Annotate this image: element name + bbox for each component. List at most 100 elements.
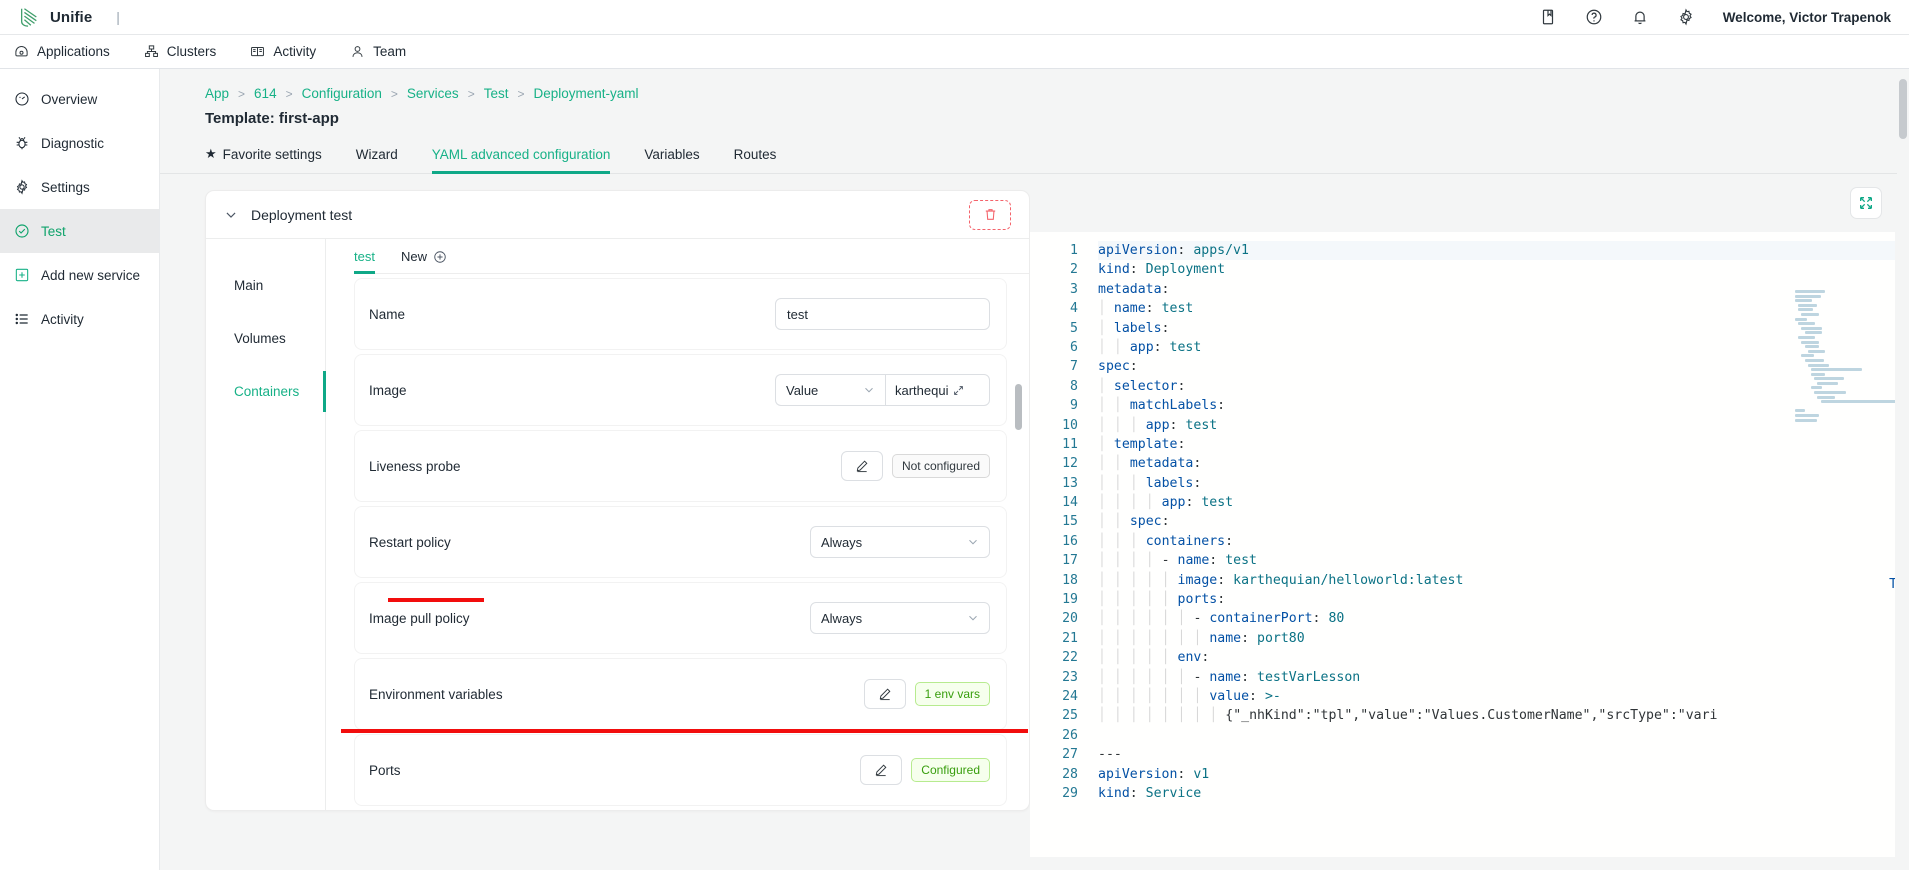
field-control: Value karthequi (775, 374, 990, 406)
tab-variables[interactable]: Variables (644, 147, 699, 174)
yaml-editor[interactable]: 1 2 3 4 5 6 7 8 9 10 11 12 13 14 15 16 17 18 19 20 21 22 23 24 2… (1030, 232, 1909, 857)
editor-line[interactable]: │ │ matchLabels: (1098, 396, 1909, 415)
tab-yaml-advanced-configuration[interactable]: YAML advanced configuration (431, 147, 611, 174)
editor-line[interactable]: kind: Deployment (1098, 260, 1909, 279)
editor-line[interactable] (1098, 726, 1909, 745)
image-source-value: Value (786, 382, 819, 398)
tab-wizard[interactable]: Wizard (356, 147, 398, 174)
edit-environment-variables-button[interactable] (863, 679, 906, 709)
editor-line[interactable]: │ │ metadata: (1098, 454, 1909, 473)
container-tab-new[interactable]: New (401, 249, 447, 274)
breadcrumb-item-test[interactable]: Test (484, 86, 509, 101)
form-pane-scrollbar-thumb[interactable] (1015, 384, 1022, 430)
image-value-field[interactable]: karthequi (885, 374, 990, 406)
editor-line-number: 19 (1062, 592, 1078, 608)
editor-line[interactable]: │ │ │ │ │ │ │ │ {"_nhKind":"tpl","value"… (1098, 706, 1909, 725)
top-bar: Unifie | Welcome, Victor Trapenok (0, 0, 1909, 35)
form-pane-scrollbar[interactable] (1015, 174, 1024, 857)
sidebar-item-activity[interactable]: Activity (0, 297, 159, 341)
pencil-icon (876, 764, 887, 777)
tab-favorite-settings[interactable]: ★ Favorite settings (205, 146, 322, 174)
sidebar-item-label: Activity (41, 311, 84, 327)
breadcrumb: App > 614 > Configuration > Services > T… (160, 69, 1909, 101)
sidebar-item-diagnostic[interactable]: Diagnostic (0, 121, 159, 165)
breadcrumb-item-services[interactable]: Services (407, 86, 459, 101)
tab-routes[interactable]: Routes (734, 147, 777, 174)
editor-line[interactable]: │ │ │ │ │ │ │ value: >- (1098, 687, 1909, 706)
editor-line[interactable]: apiVersion: v1 (1098, 765, 1909, 784)
editor-line[interactable]: │ │ │ │ │ env: (1098, 648, 1909, 667)
top-bar-actions: Welcome, Victor Trapenok (1539, 8, 1891, 26)
editor-line[interactable]: │ name: test (1098, 299, 1909, 318)
editor-line[interactable]: │ │ │ │ - name: test (1098, 551, 1909, 570)
editor-line[interactable]: │ │ spec: (1098, 512, 1909, 531)
sub-nav-item-containers[interactable]: Containers (206, 365, 326, 418)
container-tab-test[interactable]: test (354, 249, 375, 274)
plus-square-icon (15, 268, 29, 282)
nav-item-clusters[interactable]: Clusters (144, 35, 216, 68)
field-label: Image pull policy (369, 610, 470, 626)
sub-nav-item-volumes[interactable]: Volumes (206, 312, 325, 365)
tab-label: Wizard (355, 147, 398, 162)
help-circle-icon[interactable] (1585, 8, 1603, 26)
breadcrumb-item-614[interactable]: 614 (254, 86, 277, 101)
liveness-probe-status-badge: Not configured (891, 454, 990, 478)
editor-line[interactable]: │ │ app: test (1098, 338, 1909, 357)
editor-fullscreen-button[interactable] (1850, 187, 1882, 219)
breadcrumb-item-configuration[interactable]: Configuration (302, 86, 382, 101)
pencil-icon (879, 688, 891, 701)
editor-line[interactable]: │ │ │ │ │ │ │ name: port80 (1098, 629, 1909, 648)
chevron-down-icon[interactable] (224, 208, 238, 222)
editor-line[interactable]: │ template: (1098, 435, 1909, 454)
gear-icon (16, 179, 28, 195)
edit-liveness-probe-button[interactable] (840, 451, 883, 481)
sidebar-item-add-new-service[interactable]: Add new service (0, 253, 159, 297)
image-pull-policy-select[interactable]: Always (810, 602, 990, 634)
editor-line[interactable]: apiVersion: apps/v1 (1098, 241, 1909, 261)
sub-nav-item-main[interactable]: Main (206, 259, 325, 312)
bug-icon (16, 137, 28, 150)
main-scrollbar[interactable] (1897, 69, 1909, 870)
nav-item-team[interactable]: Team (350, 35, 406, 68)
gear-icon[interactable] (1677, 8, 1695, 26)
sidebar-item-settings[interactable]: Settings (0, 165, 159, 209)
field-label: Ports (369, 762, 401, 778)
brand[interactable]: Unifie | (18, 6, 120, 28)
editor-code[interactable]: apiVersion: apps/v1 kind: Deployment metad… (1090, 232, 1909, 857)
edit-ports-button[interactable] (860, 755, 903, 785)
editor-line-number: 26 (1062, 727, 1078, 743)
editor-line[interactable]: --- (1098, 745, 1909, 764)
sidebar-item-overview[interactable]: Overview (0, 77, 159, 121)
editor-line[interactable]: kind: Service (1098, 784, 1909, 803)
editor-line[interactable]: spec: (1098, 357, 1909, 376)
bell-icon[interactable] (1631, 8, 1649, 26)
editor-line[interactable]: │ │ │ │ app: test (1098, 493, 1909, 512)
breadcrumb-item-app[interactable]: App (205, 86, 229, 101)
nav-item-activity[interactable]: Activity (250, 35, 316, 68)
editor-line[interactable]: │ │ │ containers: (1098, 532, 1909, 551)
delete-deployment-button[interactable] (969, 199, 1011, 230)
editor-line[interactable]: │ selector: (1098, 377, 1909, 396)
image-source-select[interactable]: Value (775, 374, 885, 406)
editor-line-number: 23 (1062, 669, 1078, 685)
brand-separator: | (116, 9, 120, 25)
editor-line[interactable]: │ │ │ │ │ image: karthequian/helloworld:… (1098, 571, 1909, 590)
sidebar-item-test[interactable]: Test (0, 209, 159, 253)
main-scrollbar-thumb[interactable] (1899, 79, 1907, 139)
restart-policy-select[interactable]: Always (810, 526, 990, 558)
book-icon[interactable] (1539, 8, 1557, 26)
editor-line[interactable]: metadata: (1098, 280, 1909, 299)
gauge-icon (15, 92, 29, 106)
editor-line[interactable]: │ │ │ │ │ │ - containerPort: 80 (1098, 609, 1909, 628)
name-input[interactable] (775, 298, 990, 330)
breadcrumb-item-deployment-yaml[interactable]: Deployment-yaml (533, 86, 638, 101)
editor-line-number: 21 (1062, 630, 1078, 646)
editor-line[interactable]: │ │ │ app: test (1098, 416, 1909, 435)
sidebar-item-label: Test (41, 223, 66, 239)
editor-line[interactable]: │ │ │ │ │ ports: (1098, 590, 1909, 609)
editor-line[interactable]: │ labels: (1098, 319, 1909, 338)
editor-line[interactable]: │ │ │ │ │ │ - name: testVarLesson (1098, 668, 1909, 687)
editor-line-number: 5 (1070, 320, 1078, 336)
editor-line[interactable]: │ │ │ labels: (1098, 474, 1909, 493)
nav-item-applications[interactable]: Applications (14, 35, 110, 68)
